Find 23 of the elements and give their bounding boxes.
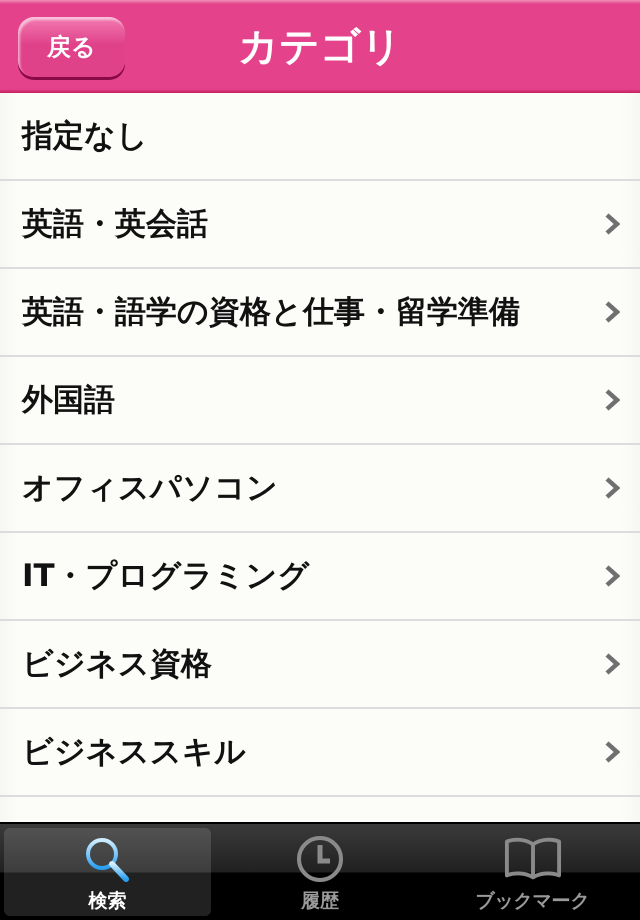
- category-row[interactable]: 外国語: [0, 357, 640, 445]
- category-row[interactable]: 英語・英会話: [0, 181, 640, 269]
- category-label: 英語・英会話: [22, 205, 209, 244]
- back-button[interactable]: 戻る: [18, 17, 125, 77]
- category-label: 英語・語学の資格と仕事・留学準備: [22, 293, 521, 332]
- category-row[interactable]: IT・プログラミング: [0, 533, 640, 621]
- category-row[interactable]: オフィスパソコン: [0, 445, 640, 533]
- category-label: 外国語: [22, 381, 116, 420]
- tab[interactable]: 検索: [4, 828, 211, 916]
- category-row[interactable]: ビジネススキル: [0, 709, 640, 797]
- category-label: オフィスパソコン: [22, 469, 279, 508]
- category-label: 指定なし: [22, 117, 149, 156]
- category-label: ビジネススキル: [22, 733, 247, 772]
- nav-title: カテゴリ: [238, 23, 402, 72]
- tab[interactable]: 履歴: [216, 828, 424, 916]
- category-row[interactable]: 英語・語学の資格と仕事・留学準備: [0, 269, 640, 357]
- open-book-icon: [504, 836, 562, 880]
- clock-icon: [295, 834, 345, 884]
- category-label: IT・プログラミング: [22, 557, 311, 596]
- category-row[interactable]: ビジネス資格: [0, 621, 640, 709]
- tab[interactable]: ブックマーク: [429, 828, 636, 916]
- category-row[interactable]: 指定なし: [0, 93, 640, 181]
- category-label: ビジネス資格: [22, 645, 213, 684]
